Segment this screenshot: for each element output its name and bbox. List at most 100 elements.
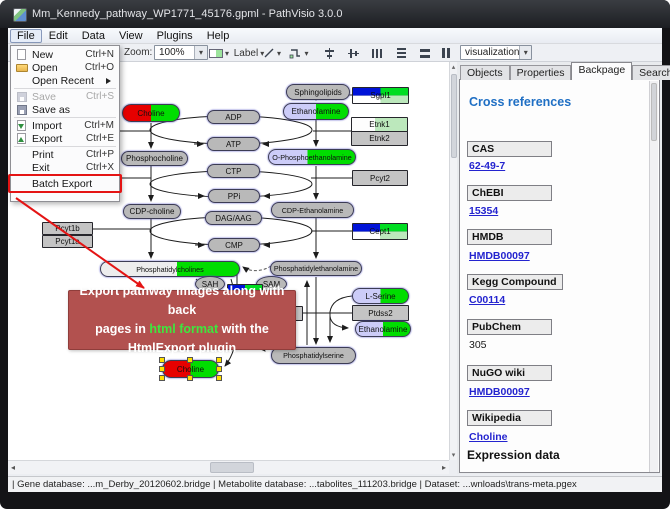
node-cmp[interactable]: CMP [208, 238, 260, 252]
node-ctp[interactable]: CTP [207, 164, 260, 178]
menu-item-save[interactable]: Save Ctrl+S [11, 90, 119, 103]
menu-bar: File Edit Data View Plugins Help [8, 28, 662, 44]
node-phosphocholine[interactable]: Phosphocholine [121, 151, 188, 166]
node-sphingolipids[interactable]: Sphingolipids [286, 84, 350, 100]
menu-item-export[interactable]: Export Ctrl+E [11, 132, 119, 145]
menu-item-open-recent[interactable]: Open Recent [11, 74, 119, 87]
sidebar-scrollbar[interactable] [649, 81, 658, 472]
annotation-line2: pages in html format with the [69, 320, 295, 339]
menu-item-open[interactable]: Open Ctrl+O [11, 61, 119, 74]
menu-file[interactable]: File [10, 29, 42, 43]
vertical-scrollbar[interactable]: ▴ ▾ [449, 62, 457, 460]
same-height-button[interactable] [436, 45, 454, 61]
menu-data[interactable]: Data [75, 29, 112, 43]
distribute-horizontal-icon [371, 47, 384, 60]
same-width-button[interactable] [416, 45, 434, 61]
node-adp[interactable]: ADP [207, 110, 260, 124]
menu-view[interactable]: View [112, 29, 150, 43]
sidebar-tabs: Objects Properties Backpage Search Legen… [460, 62, 670, 80]
node-phosphatidylcholines[interactable]: Phosphatidylcholines [100, 261, 240, 277]
reflink-hmdb[interactable]: HMDB00097 [469, 250, 530, 262]
file-menu-dropdown: New Ctrl+N Open Ctrl+O Open Recent Save … [10, 45, 120, 202]
zoom-select[interactable]: 100% ▾ [154, 45, 208, 60]
node-o-phosphoethanolamine[interactable]: O-Phosphoethanolamine [268, 149, 356, 165]
menu-item-new[interactable]: New Ctrl+N [11, 48, 119, 61]
open-folder-icon [15, 62, 30, 74]
menu-edit[interactable]: Edit [42, 29, 75, 43]
align-center-y-button[interactable] [344, 45, 362, 61]
menu-item-exit[interactable]: Exit Ctrl+X [11, 161, 119, 174]
tab-objects[interactable]: Objects [460, 65, 510, 80]
window-title: Mm_Kennedy_pathway_WP1771_45176.gpml - P… [32, 8, 342, 20]
sidebar-scroll-thumb[interactable] [651, 83, 657, 141]
gene-box-pcyt2[interactable]: Pcyt2 [352, 170, 408, 186]
application-window: Mm_Kennedy_pathway_WP1771_45176.gpml - P… [0, 0, 670, 509]
zoom-value: 100% [159, 47, 185, 58]
scroll-up-icon[interactable]: ▴ [450, 63, 457, 71]
gene-box-pcyt1a[interactable]: Pcyt1a [42, 235, 93, 248]
node-cdp-ethanolamine[interactable]: CDP-Ethanolamine [271, 202, 354, 218]
tab-backpage[interactable]: Backpage [571, 62, 632, 80]
reflink-wikipedia[interactable]: Choline [469, 431, 508, 443]
distribute-vertical-button[interactable] [392, 45, 410, 61]
chevron-down-icon: ▾ [225, 49, 229, 58]
visualization-select[interactable]: visualization ▾ [460, 45, 532, 60]
export-icon [15, 133, 30, 145]
horizontal-scrollbar[interactable]: ◂ ▸ [8, 460, 449, 474]
node-ppi[interactable]: PPi [208, 189, 260, 203]
refvalue-pubchem: 305 [469, 339, 487, 351]
gene-box-cept1[interactable]: Cept1 [352, 223, 408, 240]
tab-properties[interactable]: Properties [510, 65, 572, 80]
submenu-arrow-icon [106, 78, 114, 84]
scroll-right-icon[interactable]: ▸ [442, 463, 446, 472]
gene-box-ptdss2[interactable]: Ptdss2 [352, 305, 409, 321]
align-center-x-button[interactable] [320, 45, 338, 61]
gene-box-sgpl1[interactable]: Sgpl1 [352, 87, 409, 104]
chevron-down-icon: ▾ [277, 49, 281, 58]
tab-search[interactable]: Search [632, 65, 670, 80]
node-ethanolamine-bottom[interactable]: Ethanolamine [355, 321, 411, 337]
horizontal-scroll-thumb[interactable] [210, 462, 254, 473]
node-l-serine[interactable]: L-Serine [352, 288, 409, 304]
chevron-down-icon: ▾ [304, 49, 308, 58]
node-cdp-choline[interactable]: CDP-choline [123, 204, 181, 219]
reflink-cas[interactable]: 62-49-7 [469, 160, 505, 172]
node-ethanolamine-top[interactable]: Ethanolamine [283, 103, 349, 120]
line-tool-button[interactable]: ▾ [258, 45, 286, 61]
refsource-cas: CAS [467, 141, 552, 157]
reflink-chebi[interactable]: 15354 [469, 205, 498, 217]
menu-item-import[interactable]: Import Ctrl+M [11, 119, 119, 132]
reflink-nugo[interactable]: HMDB00097 [469, 386, 530, 398]
menu-separator [14, 175, 116, 176]
menu-help[interactable]: Help [200, 29, 237, 43]
connector-tool-button[interactable]: ▾ [285, 45, 313, 61]
zoom-label: Zoom: [124, 47, 152, 58]
node-phosphatidylethanolamine[interactable]: Phosphatidylethanolamine [270, 261, 362, 276]
new-document-icon [15, 49, 30, 61]
datanode-template-button[interactable]: ▾ [205, 45, 233, 61]
status-text: | Gene database: ...m_Derby_20120602.bri… [12, 479, 577, 490]
refsource-kegg: Kegg Compound [467, 274, 563, 290]
scroll-left-icon[interactable]: ◂ [11, 463, 15, 472]
connector-tool-icon [289, 47, 302, 59]
menu-item-save-as[interactable]: Save as [11, 103, 119, 116]
refsource-wikipedia: Wikipedia [467, 410, 552, 426]
menu-plugins[interactable]: Plugins [150, 29, 200, 43]
reflink-kegg[interactable]: C00114 [469, 294, 505, 306]
menu-item-print[interactable]: Print Ctrl+P [11, 148, 119, 161]
menu-item-batch-export[interactable]: Batch Export [11, 177, 119, 190]
align-center-y-icon [347, 47, 360, 60]
refsource-pubchem: PubChem [467, 319, 552, 335]
gene-box-etnk2[interactable]: Etnk2 [351, 131, 408, 146]
annotation-callout: Export pathway images along with back pa… [68, 290, 296, 350]
gene-box-pcyt1b[interactable]: Pcyt1b [42, 222, 93, 235]
label-button-text: Label [234, 48, 258, 59]
scroll-down-icon[interactable]: ▾ [450, 451, 457, 459]
datanode-icon [209, 49, 223, 58]
distribute-horizontal-button[interactable] [368, 45, 386, 61]
node-choline-top[interactable]: Choline [122, 104, 180, 122]
node-dag-aag[interactable]: DAG/AAG [205, 211, 262, 225]
gene-box-etnk1[interactable]: Etnk1 [351, 117, 408, 132]
chevron-down-icon[interactable]: ▾ [519, 46, 531, 59]
node-atp[interactable]: ATP [207, 137, 260, 151]
